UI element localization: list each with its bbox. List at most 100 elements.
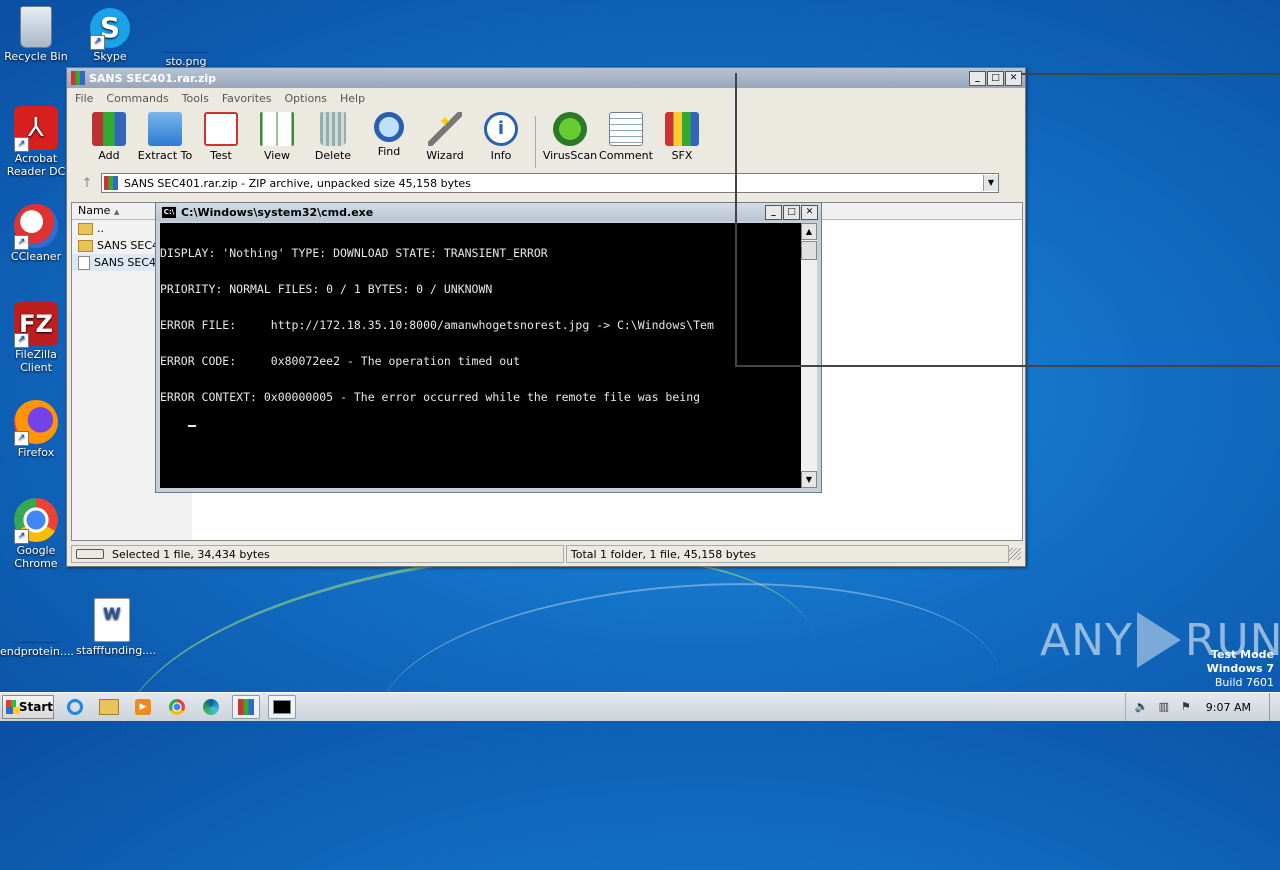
desktop-icon-label: Recycle Bin	[4, 50, 68, 63]
menu-commands[interactable]: Commands	[106, 92, 168, 105]
book-icon	[260, 112, 294, 146]
clock[interactable]: 9:07 AM	[1206, 701, 1251, 714]
sfx-button[interactable]: SFX	[654, 108, 710, 162]
winrar-titlebar[interactable]: SANS SEC401.rar.zip _ □ ✕	[67, 68, 1025, 88]
resize-grip[interactable]	[1009, 548, 1021, 560]
overlay-frame-line	[735, 365, 1280, 367]
desktop-icon-label: Skype	[93, 50, 127, 63]
address-bar: ↑ SANS SEC401.rar.zip - ZIP archive, unp…	[67, 172, 1025, 194]
menu-bar: File Commands Tools Favorites Options He…	[67, 88, 1025, 108]
close-button[interactable]: ✕	[801, 204, 818, 220]
comment-button[interactable]: Comment	[598, 108, 654, 162]
maximize-button[interactable]: □	[987, 70, 1004, 86]
shortcut-arrow-icon: ↗	[14, 333, 29, 348]
add-archive-icon	[92, 112, 126, 146]
cmd-titlebar[interactable]: C:\ C:\Windows\system32\cmd.exe _ □ ✕	[156, 203, 821, 221]
path-field[interactable]: SANS SEC401.rar.zip - ZIP archive, unpac…	[101, 173, 999, 193]
console-output[interactable]: DISPLAY: 'Nothing' TYPE: DOWNLOAD STATE:…	[160, 223, 801, 488]
wizard-button[interactable]: ✦ Wizard	[417, 108, 473, 162]
column-name-label: Name	[78, 204, 111, 217]
skype-icon: S ↗	[90, 8, 130, 50]
desktop-icon-firefox[interactable]: ↗ Firefox	[0, 400, 72, 459]
bug-icon	[553, 112, 587, 146]
close-button[interactable]: ✕	[1005, 70, 1022, 86]
minimize-button[interactable]: _	[765, 204, 782, 220]
taskbar-media-player[interactable]: ▶	[130, 696, 156, 718]
watermark-left: ANY	[1040, 614, 1133, 666]
folder-icon	[99, 699, 119, 715]
start-button[interactable]: Start	[2, 695, 54, 719]
view-label: View	[263, 149, 291, 162]
maximize-button[interactable]: □	[783, 204, 800, 220]
find-button[interactable]: Find	[361, 108, 417, 158]
desktop-icon-skype[interactable]: S ↗ Skype	[74, 8, 146, 63]
shortcut-arrow-icon: ↗	[14, 137, 29, 152]
taskbar-edge[interactable]	[198, 696, 224, 718]
up-arrow-icon[interactable]: ↑	[73, 176, 101, 191]
scroll-thumb[interactable]	[801, 241, 817, 260]
desktop-icon-chrome[interactable]: ↗ Google Chrome	[0, 498, 72, 570]
overlay-frame-line	[1022, 73, 1280, 75]
taskbar-chrome[interactable]	[164, 696, 190, 718]
test-button[interactable]: Test	[193, 108, 249, 162]
clipboard-check-icon	[204, 112, 238, 146]
flag-icon[interactable]: ⚑	[1178, 700, 1194, 714]
show-desktop-button[interactable]	[1269, 693, 1280, 721]
list-item-label: SANS SEC40	[94, 256, 164, 269]
taskbar-explorer[interactable]	[96, 696, 122, 718]
extract-to-button[interactable]: Extract To	[137, 108, 193, 162]
desktop-icon-label: CCleaner	[10, 250, 62, 263]
vertical-scrollbar[interactable]: ▲ ▼	[801, 223, 817, 488]
console-line: DISPLAY: 'Nothing' TYPE: DOWNLOAD STATE:…	[160, 246, 548, 260]
archive-icon	[104, 176, 118, 190]
windows-logo-icon	[6, 700, 20, 714]
status-total: Total 1 folder, 1 file, 45,158 bytes	[565, 545, 1010, 563]
delete-label: Delete	[314, 149, 352, 162]
ccleaner-icon: ↗	[14, 204, 58, 250]
desktop-icon-sto-png[interactable]: sto.png	[150, 8, 222, 68]
shortcut-arrow-icon: ↗	[90, 35, 105, 50]
desktop-icon-label: Acrobat Reader DC	[6, 152, 66, 178]
shortcut-arrow-icon: ↗	[14, 235, 29, 250]
menu-tools[interactable]: Tools	[182, 92, 209, 105]
add-label: Add	[98, 149, 120, 162]
desktop-icon-label: Firefox	[17, 446, 55, 459]
desktop-icon-recycle-bin[interactable]: Recycle Bin	[0, 6, 72, 63]
add-button[interactable]: Add	[81, 108, 137, 162]
taskbar-winrar[interactable]	[232, 695, 260, 719]
folder-up-icon	[78, 222, 93, 235]
virusscan-button[interactable]: VirusScan	[542, 108, 598, 162]
desktop-icon-stafffunding[interactable]: W stafffunding....	[76, 598, 156, 657]
view-button[interactable]: View	[249, 108, 305, 162]
filezilla-icon: FZ ↗	[14, 302, 58, 348]
cmd-window[interactable]: C:\ C:\Windows\system32\cmd.exe _ □ ✕ DI…	[155, 202, 822, 493]
desktop-icon-acrobat[interactable]: ⅄ ↗ Acrobat Reader DC	[0, 106, 72, 178]
shortcut-arrow-icon: ↗	[14, 529, 29, 544]
desktop-icon-endprotein[interactable]: endprotein....	[0, 598, 74, 658]
taskbar-cmd[interactable]	[268, 695, 296, 719]
network-icon[interactable]: ▥	[1156, 700, 1172, 714]
comment-label: Comment	[599, 149, 653, 162]
virusscan-label: VirusScan	[542, 149, 598, 162]
file-icon	[78, 255, 90, 270]
menu-file[interactable]: File	[75, 92, 93, 105]
info-button[interactable]: i Info	[473, 108, 529, 162]
column-header-name[interactable]: Name ▲	[72, 203, 163, 219]
start-label: Start	[18, 700, 53, 714]
scroll-down-icon[interactable]: ▼	[801, 471, 817, 488]
console-icon	[273, 700, 291, 714]
toolbar: Add Extract To Test View Delete Find ✦ Wi…	[67, 108, 1025, 172]
chevron-down-icon[interactable]: ▼	[983, 175, 998, 191]
menu-favorites[interactable]: Favorites	[222, 92, 272, 105]
menu-help[interactable]: Help	[340, 92, 365, 105]
desktop-icon-ccleaner[interactable]: ↗ CCleaner	[0, 204, 72, 263]
scroll-up-icon[interactable]: ▲	[801, 223, 817, 240]
window-title: SANS SEC401.rar.zip	[89, 71, 216, 85]
delete-button[interactable]: Delete	[305, 108, 361, 162]
info-label: Info	[490, 149, 512, 162]
taskbar-ie[interactable]	[62, 696, 88, 718]
minimize-button[interactable]: _	[969, 70, 986, 86]
volume-icon[interactable]: 🔈	[1134, 700, 1150, 714]
desktop-icon-filezilla[interactable]: FZ ↗ FileZilla Client	[0, 302, 72, 374]
menu-options[interactable]: Options	[285, 92, 327, 105]
